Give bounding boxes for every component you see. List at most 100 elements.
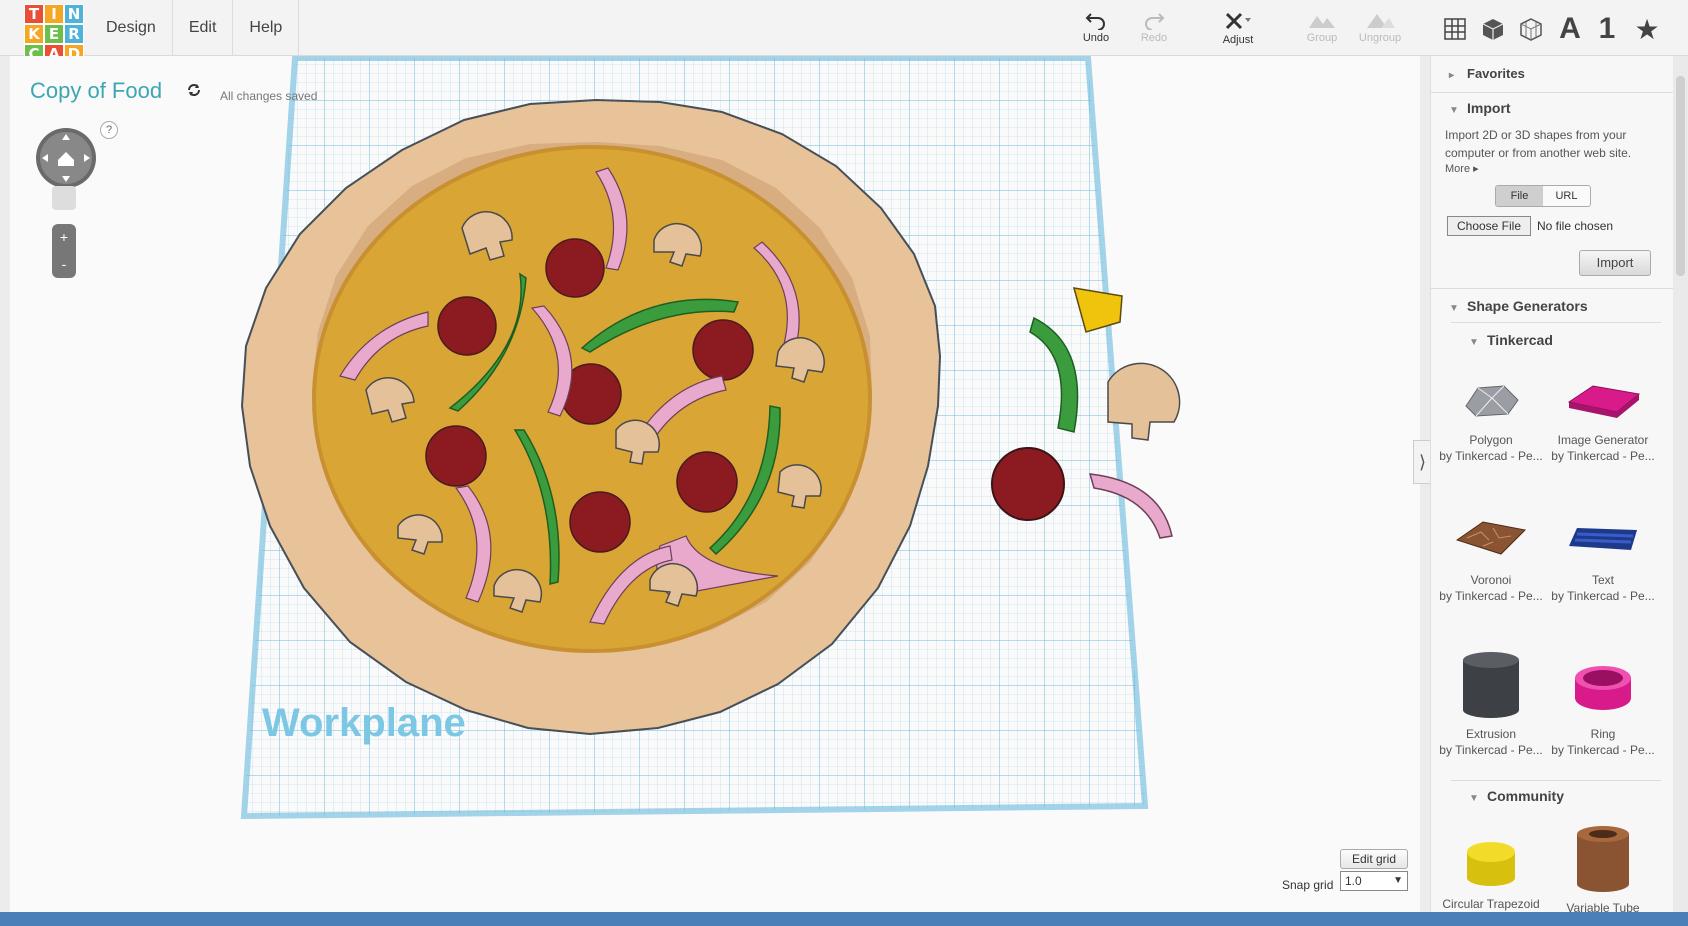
import-header[interactable]: ▼ Import: [1449, 100, 1511, 116]
undo-icon: [1085, 13, 1105, 30]
adjust-button[interactable]: Adjust: [1210, 10, 1266, 50]
shape-circular-trapezoid[interactable]: Circular Trapezoid: [1435, 826, 1547, 912]
workplane-label: Workplane: [262, 701, 466, 745]
shape-author: by Tinkercad - Pe...: [1551, 589, 1655, 603]
shape-name: Voronoi: [1470, 573, 1512, 587]
shape-author: by Tinkercad - Pe...: [1439, 589, 1543, 603]
tab-url[interactable]: URL: [1543, 186, 1590, 206]
snap-grid-label: Snap grid: [1282, 878, 1334, 892]
shape-name: Extrusion: [1465, 727, 1517, 741]
extrusion-shape-icon: [1463, 652, 1519, 718]
shape-author: by Tinkercad - Pe...: [1439, 743, 1543, 757]
loose-pepperoni[interactable]: [991, 447, 1065, 521]
collapse-panel-button[interactable]: ⟩: [1413, 440, 1431, 484]
collapsed-triangle-icon: ▸: [1449, 70, 1455, 81]
view-cube-icon[interactable]: [52, 186, 76, 210]
workplane-scene[interactable]: Workplane: [10, 56, 1420, 912]
menu-edit[interactable]: Edit: [173, 0, 234, 56]
sync-icon[interactable]: [186, 82, 202, 103]
shape-extrusion[interactable]: Extrusion by Tinkercad - Pe...: [1435, 650, 1547, 758]
logo-letter: T: [24, 4, 44, 24]
shape-text[interactable]: Text by Tinkercad - Pe...: [1547, 506, 1659, 604]
grid-view-icon[interactable]: [1438, 12, 1472, 46]
community-header[interactable]: ▼ Community: [1469, 788, 1564, 804]
save-status: All changes saved: [220, 89, 318, 103]
shape-variable-tube[interactable]: Variable Tube: [1547, 822, 1659, 916]
import-description: Import 2D or 3D shapes from your compute…: [1445, 128, 1632, 160]
import-more-link[interactable]: More ▸: [1445, 162, 1479, 175]
shape-name: Ring: [1590, 727, 1616, 741]
zoom-out-button[interactable]: -: [52, 251, 76, 278]
help-icon[interactable]: ?: [100, 121, 118, 139]
zoom-control: + -: [52, 224, 76, 278]
ungroup-icon: [1367, 14, 1395, 28]
undo-label: Undo: [1082, 32, 1110, 44]
menu-design[interactable]: Design: [90, 0, 173, 56]
logo-letter: N: [64, 4, 84, 24]
group-label: Group: [1306, 32, 1338, 44]
tinkercad-logo[interactable]: T I N K E R C A D: [24, 4, 84, 64]
dropdown-arrow-icon: ▼: [1393, 875, 1403, 886]
group-icon: [1309, 16, 1335, 28]
logo-letter: E: [44, 24, 64, 44]
expanded-triangle-icon: ▼: [1449, 303, 1459, 314]
scrollbar-thumb[interactable]: [1676, 76, 1685, 276]
box-shape-icon[interactable]: [1476, 12, 1510, 46]
adjust-label: Adjust: [1222, 34, 1254, 46]
redo-icon: [1145, 13, 1165, 30]
orbit-control[interactable]: [34, 126, 98, 195]
shape-author: by Tinkercad - Pe...: [1551, 743, 1655, 757]
menu-help[interactable]: Help: [233, 0, 300, 56]
snap-grid-select[interactable]: 1.0 ▼: [1340, 871, 1408, 891]
import-title: Import: [1467, 100, 1511, 116]
variable-tube-shape-icon: [1577, 826, 1629, 892]
logo-letter: R: [64, 24, 84, 44]
tab-file[interactable]: File: [1496, 186, 1543, 206]
favorite-star-icon[interactable]: ★: [1630, 12, 1664, 46]
edit-grid-button[interactable]: Edit grid: [1340, 849, 1408, 869]
redo-label: Redo: [1140, 32, 1168, 44]
undo-button[interactable]: Undo: [1068, 10, 1124, 50]
main-menu: Design Edit Help: [90, 0, 300, 56]
shapes-sidebar: ▸ Favorites ▼ Import Import 2D or 3D shape…: [1430, 56, 1674, 926]
ungroup-label: Ungroup: [1358, 32, 1402, 44]
import-source-tabs: File URL: [1495, 185, 1591, 207]
ring-shape-icon: [1575, 666, 1631, 710]
zoom-in-button[interactable]: +: [52, 224, 76, 251]
redo-button[interactable]: Redo: [1126, 10, 1182, 50]
logo-letter: K: [24, 24, 44, 44]
favorites-title: Favorites: [1467, 66, 1525, 81]
group-button[interactable]: Group: [1294, 10, 1350, 50]
design-title[interactable]: Copy of Food: [30, 78, 162, 104]
3d-viewport[interactable]: Workplane Copy of Food All changes saved…: [10, 56, 1420, 912]
circular-trapezoid-shape-icon: [1467, 842, 1515, 886]
hole-shape-icon[interactable]: [1514, 12, 1548, 46]
expanded-triangle-icon: ▼: [1449, 105, 1459, 116]
shape-image-generator[interactable]: Image Generator by Tinkercad - Pe...: [1547, 366, 1659, 464]
number-shape-icon[interactable]: 1: [1590, 12, 1624, 46]
shape-voronoi[interactable]: Voronoi by Tinkercad - Pe...: [1435, 506, 1547, 604]
favorites-header[interactable]: ▸ Favorites: [1449, 66, 1525, 81]
text-shape-icon-3d: [1569, 528, 1637, 550]
polygon-shape-icon: [1465, 385, 1519, 417]
top-bar: T I N K E R C A D Design Edit Help Undo …: [0, 0, 1688, 64]
snap-grid-value: 1.0: [1345, 874, 1362, 888]
shape-ring[interactable]: Ring by Tinkercad - Pe...: [1547, 656, 1659, 758]
no-file-status: No file chosen: [1537, 219, 1614, 233]
shape-polygon[interactable]: Polygon by Tinkercad - Pe...: [1435, 366, 1547, 464]
expanded-triangle-icon: ▼: [1469, 337, 1479, 348]
image-generator-shape-icon: [1567, 385, 1641, 418]
sidebar-scrollbar[interactable]: [1673, 56, 1688, 926]
shape-generators-header[interactable]: ▼ Shape Generators: [1449, 298, 1588, 314]
ungroup-button[interactable]: Ungroup: [1352, 10, 1408, 50]
shape-author: by Tinkercad - Pe...: [1551, 449, 1655, 463]
logo-letter: I: [44, 4, 64, 24]
tinkercad-header[interactable]: ▼ Tinkercad: [1469, 332, 1553, 348]
choose-file-button[interactable]: Choose File: [1447, 216, 1531, 236]
text-shape-icon[interactable]: A: [1553, 12, 1587, 46]
os-taskbar: [0, 912, 1688, 926]
community-title: Community: [1487, 788, 1564, 804]
adjust-icon: [1225, 12, 1251, 30]
expanded-triangle-icon: ▼: [1469, 793, 1479, 804]
import-button[interactable]: Import: [1579, 250, 1651, 276]
